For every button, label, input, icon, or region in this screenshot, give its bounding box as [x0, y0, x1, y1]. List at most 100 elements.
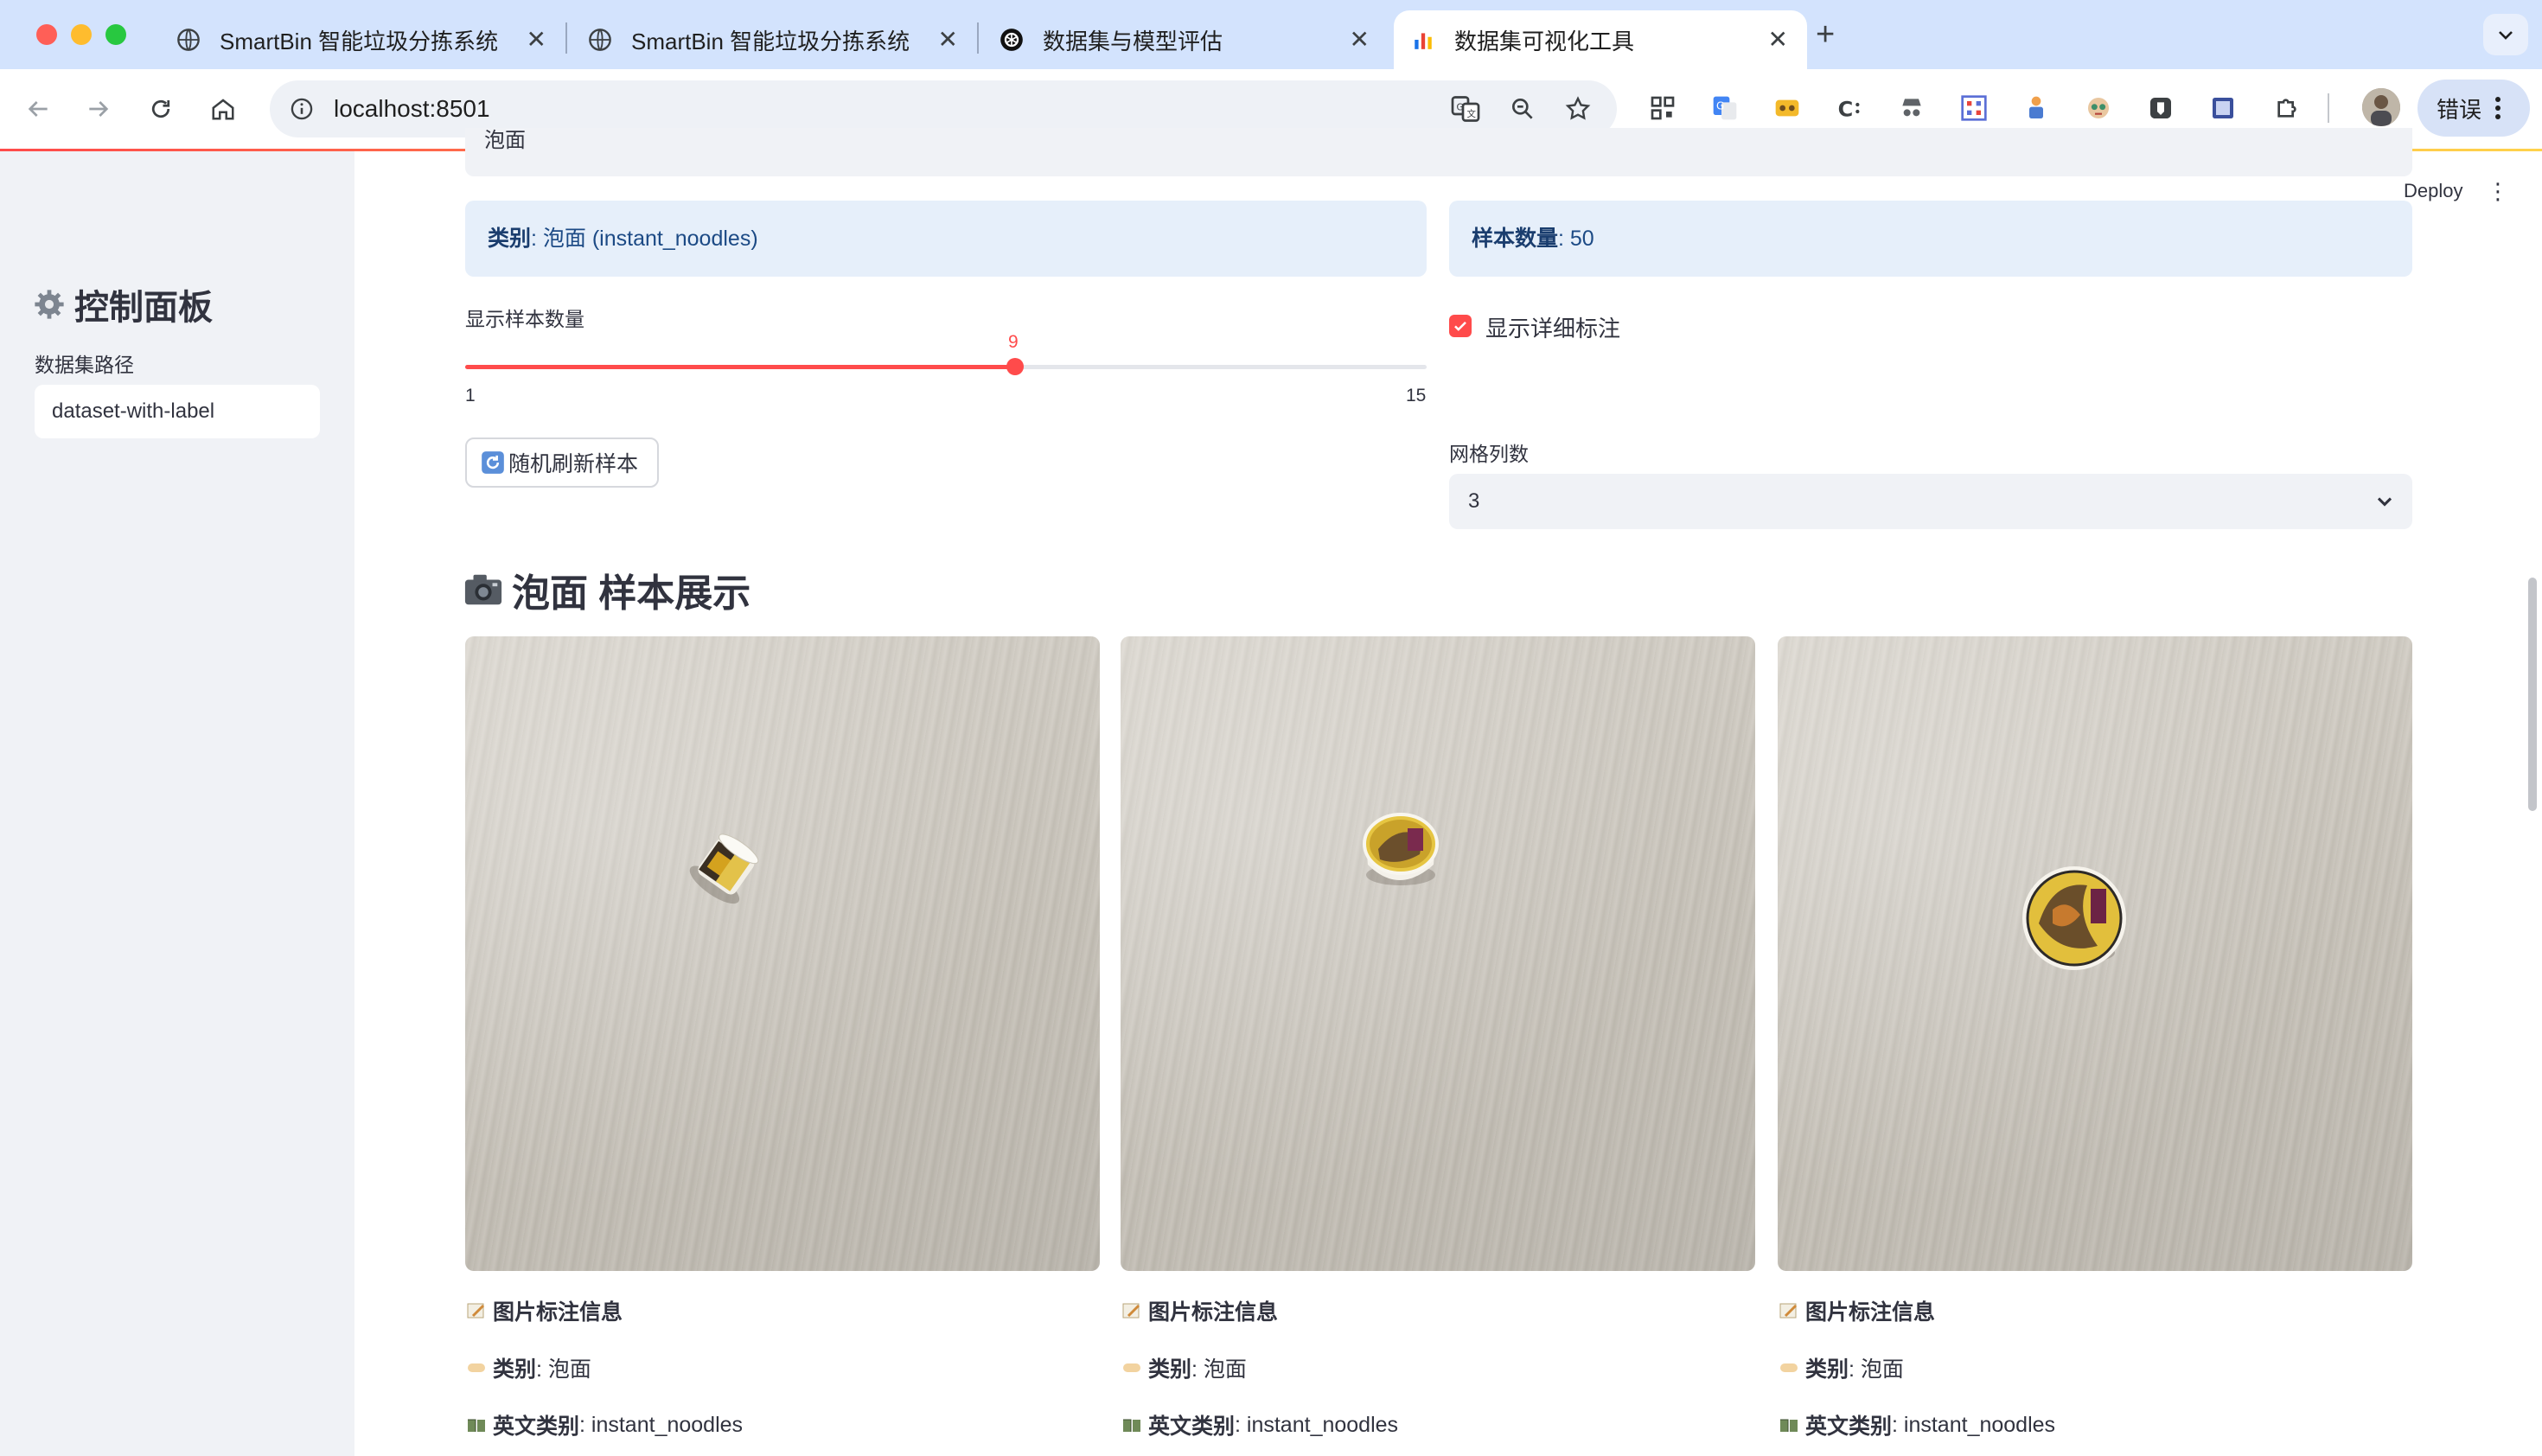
- tab-title: 数据集与模型评估: [1043, 28, 1223, 54]
- annotation-title: 图片标注信息: [1121, 1295, 1278, 1326]
- home-icon: [212, 99, 234, 120]
- book-icon: [1780, 1419, 1798, 1432]
- sample-count-slider-thumb[interactable]: [1006, 358, 1024, 375]
- bar-chart-icon: [1411, 28, 1435, 52]
- memo-icon: [1779, 1303, 1798, 1319]
- globe-icon: [176, 28, 201, 52]
- instant-noodle-cup: [1363, 813, 1439, 885]
- browser-tab-2[interactable]: SmartBin 智能垃圾分拣系统 ✕: [564, 10, 977, 69]
- sample-count-value: : 50: [1558, 227, 1594, 251]
- refresh-samples-button[interactable]: 随机刷新样本: [465, 437, 659, 488]
- mascot-extension-icon[interactable]: [2080, 90, 2117, 126]
- google-translate-extension-icon[interactable]: G: [1707, 90, 1743, 126]
- slider-min-label: 1: [465, 386, 476, 406]
- browser-tab-3[interactable]: 数据集与模型评估 ✕: [975, 10, 1389, 69]
- category-select[interactable]: 泡面: [465, 128, 2412, 176]
- puzzle-extensions-icon[interactable]: [2269, 90, 2305, 126]
- new-tab-button[interactable]: +: [1816, 17, 1835, 52]
- bookmark-star-icon[interactable]: [1560, 91, 1596, 127]
- error-label: 错误: [2437, 96, 2482, 123]
- image-shading: [1121, 636, 1755, 1271]
- deploy-button[interactable]: Deploy: [2404, 180, 2462, 202]
- show-details-checkbox[interactable]: [1449, 315, 1472, 337]
- reload-button[interactable]: [137, 85, 185, 133]
- annotation-english-category: 英文类别: instant_noodles: [465, 1409, 743, 1440]
- checkmark-icon: [1454, 321, 1466, 331]
- camera-icon: [464, 574, 502, 605]
- memo-icon: [1122, 1303, 1140, 1319]
- more-vertical-icon: [2495, 97, 2501, 119]
- annotation-english-category: 英文类别: instant_noodles: [1121, 1409, 1398, 1440]
- home-button[interactable]: [199, 85, 247, 133]
- tab-search-button[interactable]: [2483, 14, 2528, 55]
- tab-title: SmartBin 智能垃圾分拣系统: [220, 28, 499, 54]
- annotation-title-text: 图片标注信息: [1148, 1300, 1279, 1325]
- main-menu-icon[interactable]: ⋮: [2487, 178, 2509, 205]
- dataset-path-label: 数据集路径: [35, 354, 134, 376]
- section-title: 泡面 样本展示: [463, 562, 750, 617]
- back-button[interactable]: [14, 85, 62, 133]
- qr-scan-extension-icon[interactable]: [1645, 90, 1681, 126]
- annotation-category-value: : 泡面: [1849, 1357, 1904, 1382]
- arrow-left-icon: [28, 101, 48, 117]
- browser-tab-4-active[interactable]: 数据集可视化工具 ✕: [1394, 10, 1807, 69]
- annotation-category-key: 类别: [1805, 1357, 1849, 1382]
- window-close-button[interactable]: [36, 24, 57, 45]
- close-tab-icon[interactable]: ✕: [1350, 26, 1370, 54]
- browser-tab-1[interactable]: SmartBin 智能垃圾分拣系统 ✕: [152, 10, 565, 69]
- close-tab-icon[interactable]: ✕: [938, 26, 958, 54]
- annotation-category-key: 类别: [1148, 1357, 1192, 1382]
- label-tag-icon: [1123, 1363, 1140, 1372]
- dataset-path-input[interactable]: dataset-with-label: [35, 385, 320, 438]
- category-select-value: 泡面: [484, 129, 526, 152]
- svg-text:G: G: [1716, 99, 1724, 112]
- site-info-icon[interactable]: [284, 91, 320, 127]
- browser-tab-strip: SmartBin 智能垃圾分拣系统 ✕ SmartBin 智能垃圾分拣系统 ✕ …: [0, 0, 2542, 69]
- close-tab-icon[interactable]: ✕: [527, 26, 546, 54]
- chevron-down-icon: [2499, 31, 2513, 40]
- close-tab-icon[interactable]: ✕: [1768, 26, 1788, 54]
- slider-current-value: 9: [1008, 332, 1019, 352]
- tab-title: SmartBin 智能垃圾分拣系统: [631, 28, 910, 54]
- arrow-right-icon: [89, 101, 109, 117]
- annotation-title: 图片标注信息: [465, 1295, 623, 1326]
- annotation-english-value: : instant_noodles: [579, 1412, 744, 1437]
- page-scrollbar[interactable]: [2528, 578, 2537, 811]
- grid-columns-select[interactable]: 3: [1449, 474, 2412, 529]
- show-details-label[interactable]: 显示详细标注: [1485, 311, 1620, 343]
- window-minimize-button[interactable]: [71, 24, 92, 45]
- category-info-box: 类别: 泡面 (instant_noodles): [465, 201, 1427, 277]
- forward-button[interactable]: [74, 85, 123, 133]
- instant-noodle-cup: [2022, 866, 2126, 970]
- c-extension-icon[interactable]: C: [1831, 90, 1868, 126]
- url-text: localhost:8501: [334, 95, 490, 122]
- section-title-text: 泡面 样本展示: [512, 572, 751, 615]
- svg-text:G: G: [1457, 103, 1464, 113]
- refresh-samples-label: 随机刷新样本: [508, 452, 639, 476]
- profile-error-button[interactable]: 错误: [2417, 80, 2530, 137]
- annotation-title-text: 图片标注信息: [1805, 1300, 1936, 1325]
- label-tag-icon: [1780, 1363, 1798, 1372]
- sample-image: [1121, 636, 1755, 1271]
- annotation-category: 类别: 泡面: [1121, 1352, 1247, 1383]
- label-tag-icon: [468, 1363, 485, 1372]
- tampermonkey-extension-icon[interactable]: [1769, 90, 1805, 126]
- sample-count-info-box: 样本数量: 50: [1449, 201, 2412, 277]
- zoom-icon[interactable]: [1504, 91, 1541, 127]
- chevron-down-icon: [2377, 497, 2392, 507]
- refresh-icon: [482, 451, 504, 474]
- shield-extension-icon[interactable]: [2143, 90, 2179, 126]
- instant-noodle-cup: [689, 833, 759, 904]
- annotation-english-value: : instant_noodles: [1892, 1412, 2056, 1437]
- translate-icon[interactable]: G文: [1447, 91, 1484, 127]
- annotation-english-key: 英文类别: [493, 1414, 580, 1439]
- window-zoom-button[interactable]: [105, 24, 126, 45]
- sample-count-slider-label: 显示样本数量: [465, 308, 584, 330]
- reload-icon: [151, 99, 170, 118]
- document-extension-icon[interactable]: [2205, 90, 2241, 126]
- incognito-extension-icon[interactable]: [1894, 90, 1930, 126]
- figure-extension-icon[interactable]: [2018, 90, 2054, 126]
- qr-code-extension-icon[interactable]: [1956, 90, 1992, 126]
- profile-avatar[interactable]: [2362, 88, 2400, 126]
- sample-image: [1778, 636, 2412, 1271]
